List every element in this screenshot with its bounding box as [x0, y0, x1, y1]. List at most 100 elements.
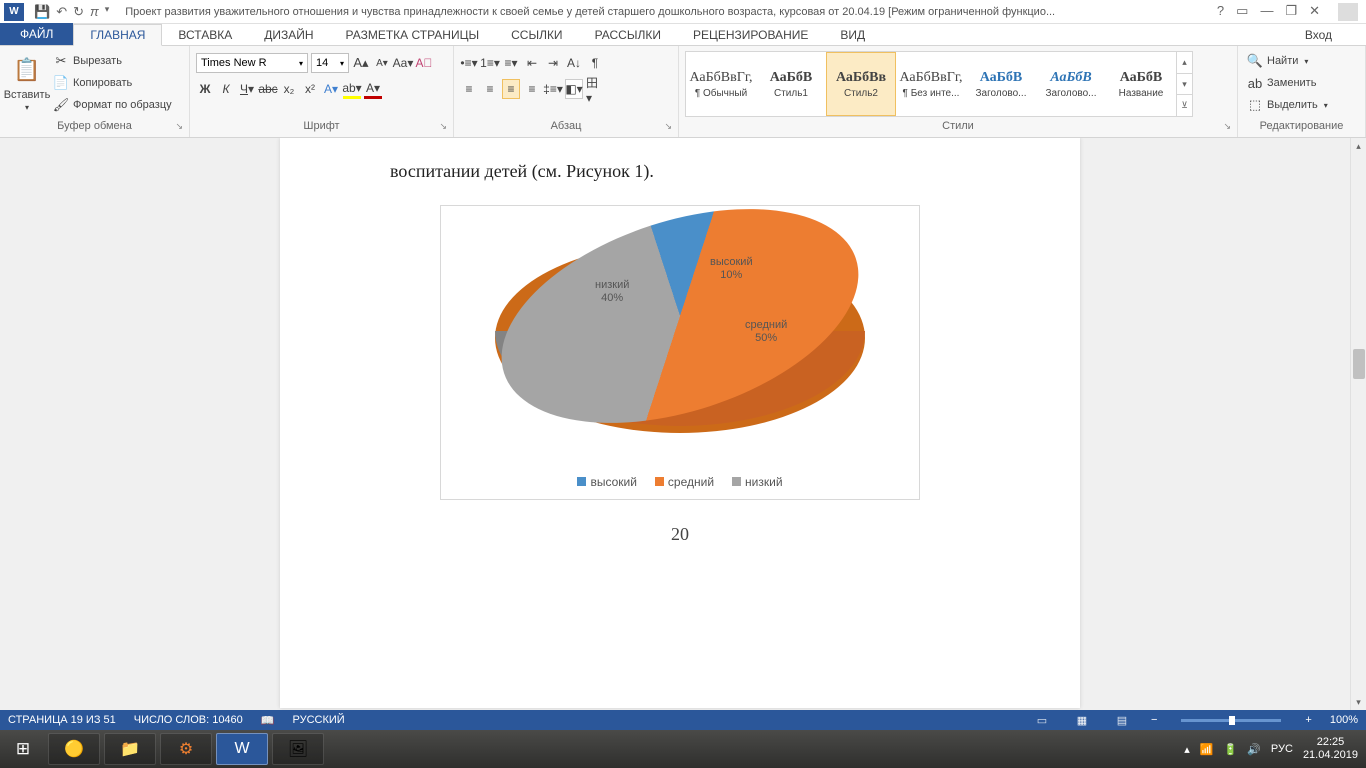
- ime-indicator[interactable]: РУС: [1271, 743, 1293, 755]
- dialog-launcher-icon[interactable]: ↘: [439, 119, 447, 133]
- embedded-chart[interactable]: высокий10% средний50% низкий40% высокий …: [440, 205, 920, 500]
- sort-icon[interactable]: A↓: [565, 53, 583, 73]
- style-item[interactable]: АаБбВСтиль1: [756, 52, 826, 116]
- signin-link[interactable]: Вход: [1293, 25, 1366, 45]
- tab-home[interactable]: ГЛАВНАЯ: [73, 24, 162, 46]
- shading-icon[interactable]: ◧▾: [565, 79, 583, 99]
- help-icon[interactable]: ?: [1217, 3, 1224, 21]
- clear-format-icon[interactable]: A⃠: [415, 53, 433, 73]
- tab-mailings[interactable]: РАССЫЛКИ: [579, 25, 677, 45]
- battery-icon[interactable]: 🔋: [1224, 743, 1238, 756]
- taskbar-app[interactable]: ⚙: [160, 733, 212, 765]
- taskbar-chrome[interactable]: 🟡: [48, 733, 100, 765]
- network-icon[interactable]: 📶: [1200, 743, 1214, 756]
- style-more-icon[interactable]: ⊻: [1177, 95, 1192, 116]
- scroll-up-icon[interactable]: ▴: [1351, 138, 1366, 154]
- align-right-icon[interactable]: ≡: [502, 79, 520, 99]
- replace-button[interactable]: abЗаменить: [1244, 73, 1331, 93]
- show-marks-icon[interactable]: ¶: [586, 53, 604, 73]
- print-layout-icon[interactable]: ▦: [1071, 712, 1093, 728]
- italic-icon[interactable]: К: [217, 79, 235, 99]
- web-layout-icon[interactable]: ▤: [1111, 712, 1133, 728]
- page[interactable]: воспитании детей (см. Рисунок 1). высоки…: [280, 138, 1080, 708]
- taskbar-clock[interactable]: 22:25 21.04.2019: [1303, 736, 1358, 762]
- ribbon-collapse-icon[interactable]: ▭: [1236, 3, 1248, 21]
- align-center-icon[interactable]: ≡: [481, 79, 499, 99]
- grow-font-icon[interactable]: A▴: [352, 53, 370, 73]
- find-button[interactable]: 🔍Найти▾: [1244, 51, 1331, 71]
- align-left-icon[interactable]: ≡: [460, 79, 478, 99]
- body-text[interactable]: воспитании детей (см. Рисунок 1).: [280, 158, 1080, 185]
- tab-references[interactable]: ССЫЛКИ: [495, 25, 578, 45]
- zoom-slider[interactable]: [1181, 719, 1281, 722]
- underline-icon[interactable]: Ч▾: [238, 79, 256, 99]
- taskbar-explorer[interactable]: 📁: [104, 733, 156, 765]
- cut-button[interactable]: ✂Вырезать: [50, 51, 175, 71]
- align-justify-icon[interactable]: ≡: [523, 79, 541, 99]
- line-spacing-icon[interactable]: ‡≡▾: [544, 79, 562, 99]
- taskbar-word[interactable]: W: [216, 733, 268, 765]
- zoom-in-icon[interactable]: +: [1305, 714, 1311, 726]
- dialog-launcher-icon[interactable]: ↘: [664, 119, 672, 133]
- subscript-icon[interactable]: x₂: [280, 79, 298, 99]
- volume-icon[interactable]: 🔊: [1247, 743, 1261, 756]
- style-item[interactable]: АаБбВвГг,¶ Без инте...: [896, 52, 966, 116]
- bullets-icon[interactable]: •≡▾: [460, 53, 478, 73]
- strike-icon[interactable]: abc: [259, 79, 277, 99]
- highlight-icon[interactable]: ab▾: [343, 79, 361, 99]
- tab-file[interactable]: ФАЙЛ: [0, 23, 73, 45]
- maximize-icon[interactable]: ❐: [1285, 3, 1297, 21]
- style-item[interactable]: АаБбВЗаголово...: [1036, 52, 1106, 116]
- zoom-percent[interactable]: 100%: [1330, 714, 1358, 726]
- borders-icon[interactable]: 田▾: [586, 79, 604, 99]
- zoom-out-icon[interactable]: −: [1151, 714, 1157, 726]
- font-color-icon[interactable]: A▾: [364, 79, 382, 99]
- select-button[interactable]: ⬚Выделить▾: [1244, 95, 1331, 115]
- format-painter-button[interactable]: 🖌Формат по образцу: [50, 95, 175, 115]
- scroll-thumb[interactable]: [1353, 349, 1365, 379]
- equation-icon[interactable]: π: [90, 4, 99, 20]
- tab-review[interactable]: РЕЦЕНЗИРОВАНИЕ: [677, 25, 824, 45]
- tab-view[interactable]: ВИД: [824, 25, 881, 45]
- close-icon[interactable]: ✕: [1309, 3, 1320, 21]
- tab-page-layout[interactable]: РАЗМЕТКА СТРАНИЦЫ: [330, 25, 496, 45]
- style-down-icon[interactable]: ▾: [1177, 74, 1192, 96]
- redo-icon[interactable]: ↻: [73, 4, 84, 20]
- multilevel-icon[interactable]: ≡▾: [502, 53, 520, 73]
- bold-icon[interactable]: Ж: [196, 79, 214, 99]
- dialog-launcher-icon[interactable]: ↘: [175, 119, 183, 133]
- font-name-combo[interactable]: Times New R▾: [196, 53, 308, 73]
- outdent-icon[interactable]: ⇤: [523, 53, 541, 73]
- change-case-icon[interactable]: Aa▾: [394, 53, 412, 73]
- tray-up-icon[interactable]: ▴: [1184, 743, 1190, 756]
- style-up-icon[interactable]: ▴: [1177, 52, 1192, 74]
- text-effects-icon[interactable]: A▾: [322, 79, 340, 99]
- zoom-thumb[interactable]: [1229, 716, 1235, 725]
- status-page[interactable]: СТРАНИЦА 19 ИЗ 51: [8, 714, 116, 726]
- status-language[interactable]: РУССКИЙ: [293, 714, 345, 726]
- style-item[interactable]: АаБбВНазвание: [1106, 52, 1176, 116]
- dialog-launcher-icon[interactable]: ↘: [1223, 119, 1231, 133]
- font-size-combo[interactable]: 14▾: [311, 53, 349, 73]
- shrink-font-icon[interactable]: A▾: [373, 53, 391, 73]
- user-avatar[interactable]: [1338, 3, 1358, 21]
- tab-insert[interactable]: ВСТАВКА: [162, 25, 248, 45]
- numbering-icon[interactable]: 1≡▾: [481, 53, 499, 73]
- superscript-icon[interactable]: x²: [301, 79, 319, 99]
- proofing-icon[interactable]: 📖: [261, 714, 275, 727]
- save-icon[interactable]: 💾: [34, 4, 50, 20]
- style-item-selected[interactable]: АаБбВвСтиль2: [826, 52, 896, 116]
- copy-button[interactable]: 📄Копировать: [50, 73, 175, 93]
- indent-icon[interactable]: ⇥: [544, 53, 562, 73]
- undo-icon[interactable]: ↶: [56, 4, 67, 20]
- status-word-count[interactable]: ЧИСЛО СЛОВ: 10460: [134, 714, 243, 726]
- qat-customize-icon[interactable]: ▾: [105, 4, 110, 20]
- start-button[interactable]: ⊞: [0, 730, 46, 768]
- taskbar-photos[interactable]: 🖼: [272, 733, 324, 765]
- tab-design[interactable]: ДИЗАЙН: [248, 25, 329, 45]
- vertical-scrollbar[interactable]: ▴ ▾: [1350, 138, 1366, 710]
- document-area[interactable]: воспитании детей (см. Рисунок 1). высоки…: [0, 138, 1366, 710]
- style-item[interactable]: АаБбВвГг,¶ Обычный: [686, 52, 756, 116]
- minimize-icon[interactable]: —: [1260, 3, 1273, 21]
- style-item[interactable]: АаБбВЗаголово...: [966, 52, 1036, 116]
